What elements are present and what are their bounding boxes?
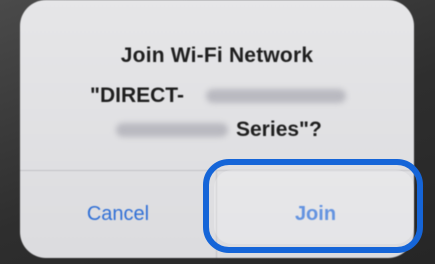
network-name-suffix: Series"?	[236, 118, 322, 141]
dialog-message: Join Wi-Fi Network "DIRECT- Series"?	[20, 0, 414, 158]
join-wifi-dialog: Join Wi-Fi Network "DIRECT- Series"? Can…	[20, 0, 414, 258]
cancel-button[interactable]: Cancel	[20, 171, 216, 258]
join-button[interactable]: Join	[217, 171, 414, 258]
join-button-label: Join	[294, 203, 337, 225]
redacted-network-name-part-2	[116, 123, 228, 137]
redacted-network-name-part-1	[206, 89, 346, 103]
dialog-title: Join Wi-Fi Network	[120, 44, 314, 67]
network-name-prefix: "DIRECT-	[90, 84, 184, 107]
cancel-button-label: Cancel	[86, 203, 150, 225]
